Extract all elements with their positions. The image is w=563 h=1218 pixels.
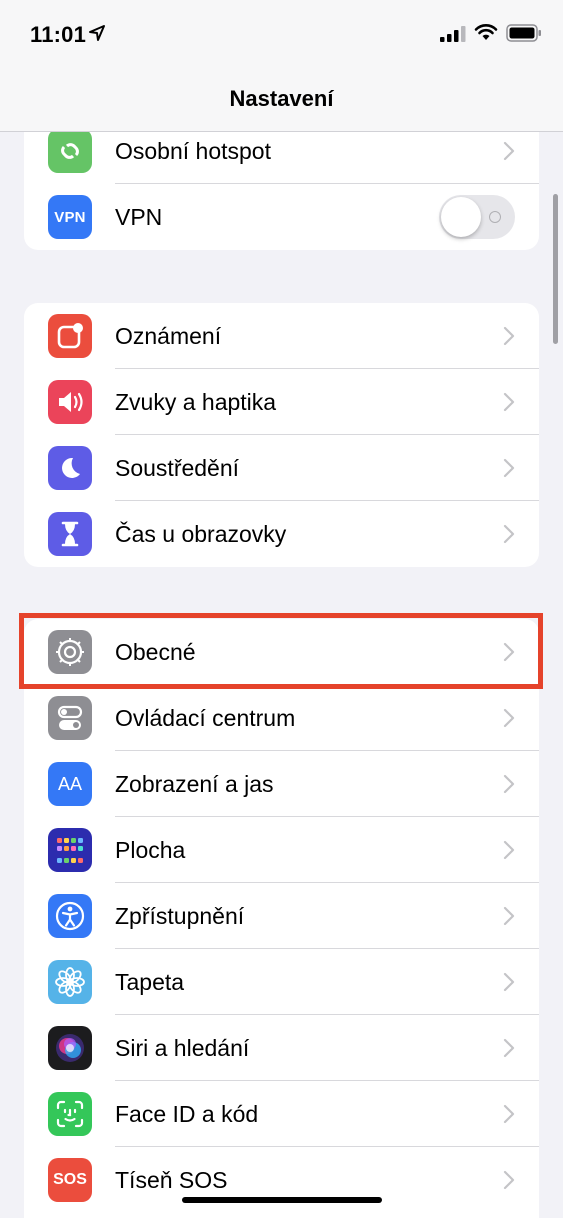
display-brightness-icon: AA <box>48 762 92 806</box>
page-title: Nastavení <box>229 86 334 111</box>
chevron-right-icon <box>503 906 515 926</box>
chevron-right-icon <box>503 1104 515 1124</box>
accessibility-icon <box>48 894 92 938</box>
row-label: Tapeta <box>115 968 185 995</box>
row-label: Oznámení <box>115 322 222 349</box>
row-label: Plocha <box>115 836 186 863</box>
scrollbar[interactable] <box>553 194 558 344</box>
row-screen-time[interactable]: Čas u obrazovky <box>24 501 539 567</box>
row-notifications[interactable]: Oznámení <box>24 303 539 369</box>
row-wallpaper[interactable]: Tapeta <box>24 949 539 1015</box>
home-indicator[interactable] <box>182 1197 382 1203</box>
face-id-icon <box>48 1092 92 1136</box>
vpn-toggle[interactable] <box>439 195 515 239</box>
row-siri[interactable]: Siri a hledání <box>24 1015 539 1081</box>
navigation-bar: Nastavení <box>0 70 563 132</box>
battery-icon <box>506 24 541 42</box>
chevron-right-icon <box>503 774 515 794</box>
hotspot-icon <box>48 129 92 173</box>
status-time: 11:01 <box>30 22 87 47</box>
row-label: Siri a hledání <box>115 1034 250 1061</box>
row-display-brightness[interactable]: AA Zobrazení a jas <box>24 751 539 817</box>
vpn-icon: VPN <box>48 195 92 239</box>
chevron-right-icon <box>503 642 515 662</box>
cellular-signal-icon <box>440 26 466 42</box>
focus-moon-icon <box>48 446 92 490</box>
row-label: Zvuky a haptika <box>115 388 277 415</box>
siri-icon <box>48 1026 92 1070</box>
location-arrow-icon <box>89 25 105 41</box>
chevron-right-icon <box>503 972 515 992</box>
row-label: Osobní hotspot <box>115 137 271 164</box>
chevron-right-icon <box>503 708 515 728</box>
sounds-icon <box>48 380 92 424</box>
row-label: Čas u obrazovky <box>115 520 287 547</box>
row-home-screen[interactable]: Plocha <box>24 817 539 883</box>
gear-icon <box>48 630 92 674</box>
sos-icon: SOS <box>48 1158 92 1202</box>
row-label: Ovládací centrum <box>115 704 296 731</box>
control-center-icon <box>48 696 92 740</box>
chevron-right-icon <box>503 141 515 161</box>
row-label: Zobrazení a jas <box>115 770 274 797</box>
row-label: VPN <box>115 203 163 230</box>
row-label: Face ID a kód <box>115 1100 259 1127</box>
chevron-right-icon <box>503 392 515 412</box>
wallpaper-icon <box>48 960 92 1004</box>
screen-time-icon <box>48 512 92 556</box>
row-focus[interactable]: Soustředění <box>24 435 539 501</box>
group-connectivity: Osobní hotspot VPN VPN <box>24 118 539 250</box>
row-accessibility[interactable]: Zpřístupnění <box>24 883 539 949</box>
row-face-id[interactable]: Face ID a kód <box>24 1081 539 1147</box>
row-label: Tíseň SOS <box>115 1166 228 1193</box>
row-label: Soustředění <box>115 454 240 481</box>
status-bar: 11:01 <box>0 0 563 70</box>
group-general: Obecné Ovládací centrum AA Zobrazení a j… <box>24 619 539 1218</box>
row-vpn[interactable]: VPN VPN <box>24 184 539 250</box>
row-emergency-sos[interactable]: SOS Tíseň SOS <box>24 1147 539 1213</box>
row-general[interactable]: Obecné <box>24 619 539 685</box>
chevron-right-icon <box>503 458 515 478</box>
toggle-off-indicator <box>489 211 501 223</box>
row-sounds[interactable]: Zvuky a haptika <box>24 369 539 435</box>
chevron-right-icon <box>503 1170 515 1190</box>
toggle-knob <box>441 197 481 237</box>
home-screen-icon <box>48 828 92 872</box>
group-notifications: Oznámení Zvuky a haptika Soustředění Čas <box>24 303 539 567</box>
settings-list[interactable]: Osobní hotspot VPN VPN Oznámení Zvuky a … <box>0 0 563 1218</box>
chevron-right-icon <box>503 524 515 544</box>
chevron-right-icon <box>503 326 515 346</box>
chevron-right-icon <box>503 840 515 860</box>
row-label: Obecné <box>115 638 196 665</box>
row-label: Zpřístupnění <box>115 902 245 929</box>
chevron-right-icon <box>503 1038 515 1058</box>
row-control-center[interactable]: Ovládací centrum <box>24 685 539 751</box>
notifications-icon <box>48 314 92 358</box>
wifi-icon <box>474 24 498 40</box>
